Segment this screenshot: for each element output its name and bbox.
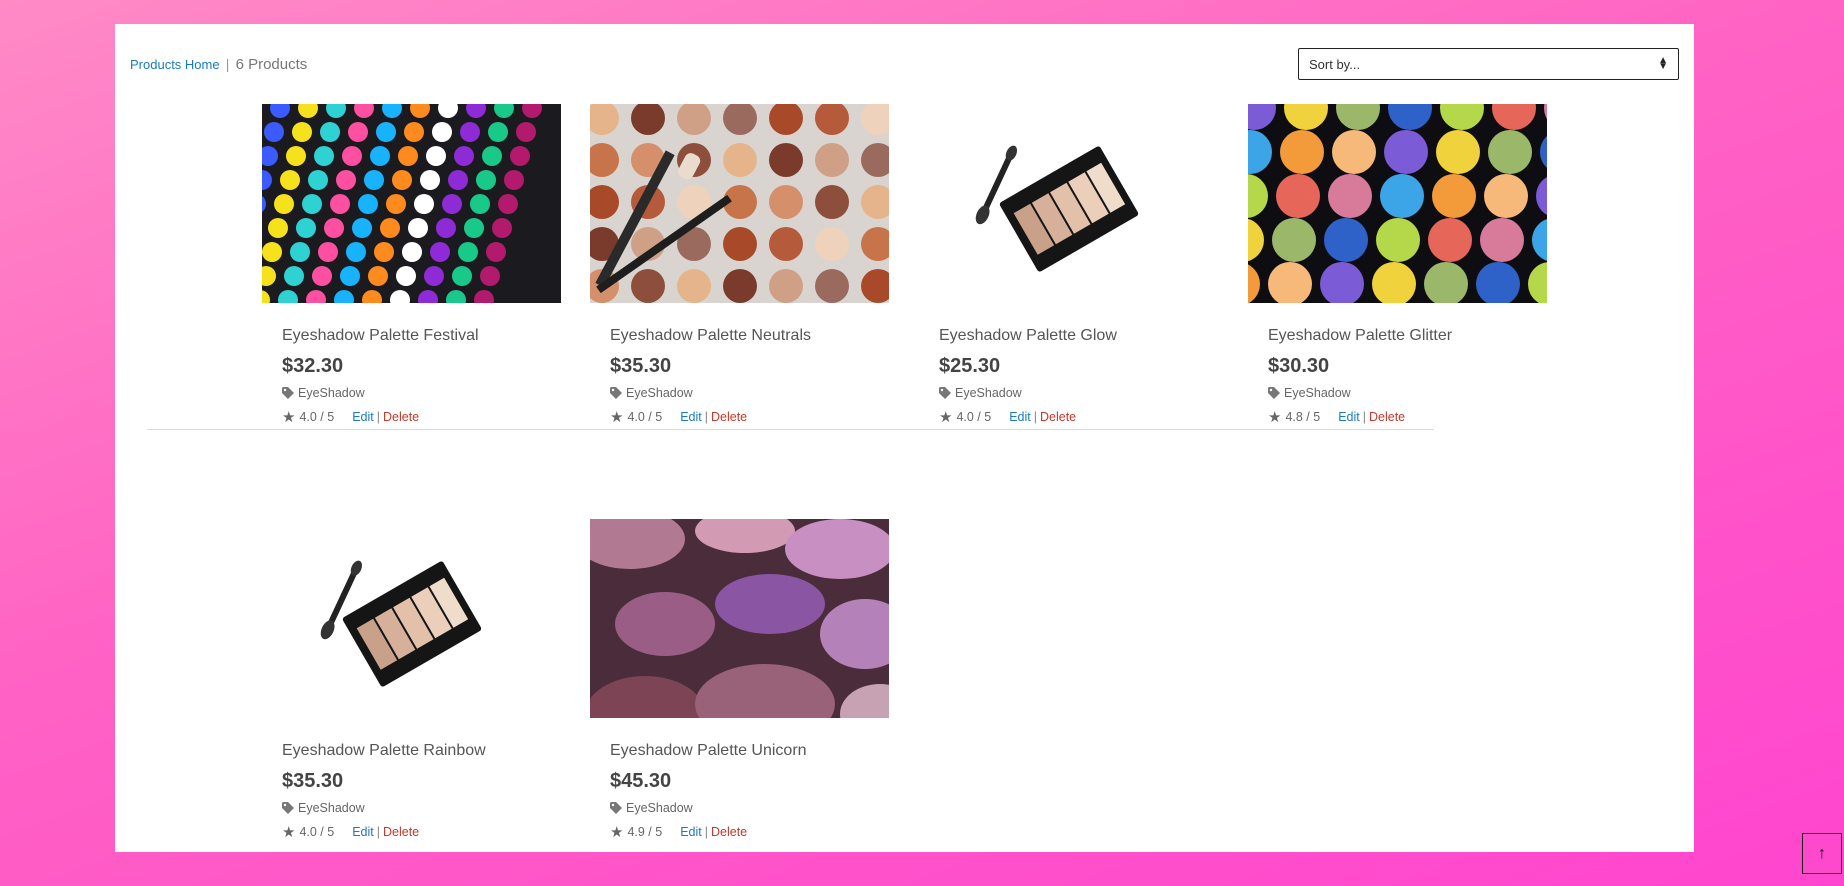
star-icon: ★ xyxy=(282,409,296,426)
glitter-pans-image xyxy=(1248,104,1547,303)
product-category-label[interactable]: EyeShadow xyxy=(298,386,365,400)
action-separator: | xyxy=(376,825,380,839)
product-name[interactable]: Eyeshadow Palette Glow xyxy=(939,327,1218,347)
product-image[interactable] xyxy=(262,519,561,718)
product-name[interactable]: Eyeshadow Palette Neutrals xyxy=(610,327,889,347)
product-category-label[interactable]: EyeShadow xyxy=(626,801,693,815)
product-price: $32.30 xyxy=(282,355,344,377)
product-meta: ★ 4.0 / 5 Edit | Delete xyxy=(939,408,1218,426)
arrow-up-icon: ↑ xyxy=(1818,844,1826,862)
products-home-link[interactable]: Products Home xyxy=(130,57,220,72)
edit-link[interactable]: Edit xyxy=(680,825,702,839)
sort-arrows-icon: ▲ ▼ xyxy=(1658,55,1668,72)
product-rating: 4.0 / 5 xyxy=(956,410,992,424)
product-image[interactable] xyxy=(262,104,561,303)
product-category: EyeShadow xyxy=(610,386,889,400)
product-category: EyeShadow xyxy=(939,386,1218,400)
scroll-to-top-button[interactable]: ↑ xyxy=(1802,833,1842,874)
star-icon: ★ xyxy=(610,824,624,841)
star-icon: ★ xyxy=(282,824,296,841)
product-card: Eyeshadow Palette Festival $32.30 EyeSha… xyxy=(262,104,561,426)
product-rating: 4.0 / 5 xyxy=(299,825,335,839)
delete-link[interactable]: Delete xyxy=(711,825,747,839)
compact-palette-image xyxy=(262,519,561,718)
neutral-brushes-image xyxy=(590,104,889,303)
product-category: EyeShadow xyxy=(610,801,889,815)
product-rating: 4.0 / 5 xyxy=(627,410,663,424)
delete-link[interactable]: Delete xyxy=(711,410,747,424)
product-name[interactable]: Eyeshadow Palette Unicorn xyxy=(610,742,889,762)
edit-link[interactable]: Edit xyxy=(352,410,374,424)
product-meta: ★ 4.0 / 5 Edit | Delete xyxy=(282,823,561,841)
top-bar: Products Home | 6 Products Sort by... ▲ ▼ xyxy=(130,48,1679,80)
product-category: EyeShadow xyxy=(1268,386,1547,400)
edit-link[interactable]: Edit xyxy=(1009,410,1031,424)
breadcrumb-separator: | xyxy=(225,55,230,72)
compact-palette-image xyxy=(919,104,1218,303)
star-icon: ★ xyxy=(939,409,953,426)
delete-link[interactable]: Delete xyxy=(383,825,419,839)
product-image[interactable] xyxy=(919,104,1218,303)
tag-icon xyxy=(939,387,951,399)
product-rating: 4.9 / 5 xyxy=(627,825,663,839)
action-separator: | xyxy=(704,410,708,424)
product-category: EyeShadow xyxy=(282,386,561,400)
delete-link[interactable]: Delete xyxy=(1040,410,1076,424)
product-rating: 4.8 / 5 xyxy=(1285,410,1321,424)
tag-icon xyxy=(282,387,294,399)
product-image[interactable] xyxy=(590,519,889,718)
product-price: $35.30 xyxy=(610,355,672,377)
product-meta: ★ 4.0 / 5 Edit | Delete xyxy=(610,408,889,426)
product-category-label[interactable]: EyeShadow xyxy=(1284,386,1351,400)
product-category-label[interactable]: EyeShadow xyxy=(626,386,693,400)
product-meta: ★ 4.9 / 5 Edit | Delete xyxy=(610,823,889,841)
product-category: EyeShadow xyxy=(282,801,561,815)
product-card: Eyeshadow Palette Neutrals $35.30 EyeSha… xyxy=(590,104,889,426)
sort-select[interactable]: Sort by... ▲ ▼ xyxy=(1298,48,1679,80)
product-name[interactable]: Eyeshadow Palette Glitter xyxy=(1268,327,1547,347)
breadcrumb: Products Home | 6 Products xyxy=(130,56,307,73)
product-image[interactable] xyxy=(1248,104,1547,303)
sort-selected-value: Sort by... xyxy=(1309,56,1361,72)
delete-link[interactable]: Delete xyxy=(1369,410,1405,424)
action-separator: | xyxy=(704,825,708,839)
product-price: $30.30 xyxy=(1268,355,1330,377)
purple-closeup-image xyxy=(590,519,889,718)
rainbow-dots-image xyxy=(262,104,561,303)
edit-link[interactable]: Edit xyxy=(680,410,702,424)
product-image[interactable] xyxy=(590,104,889,303)
product-price: $45.30 xyxy=(610,770,672,792)
action-separator: | xyxy=(1033,410,1037,424)
product-category-label[interactable]: EyeShadow xyxy=(298,801,365,815)
product-category-label[interactable]: EyeShadow xyxy=(955,386,1022,400)
action-separator: | xyxy=(1362,410,1366,424)
tag-icon xyxy=(610,802,622,814)
tag-icon xyxy=(1268,387,1280,399)
product-name[interactable]: Eyeshadow Palette Festival xyxy=(282,327,561,347)
edit-link[interactable]: Edit xyxy=(1338,410,1360,424)
product-name[interactable]: Eyeshadow Palette Rainbow xyxy=(282,742,561,762)
tag-icon xyxy=(282,802,294,814)
product-count: 6 Products xyxy=(235,55,308,73)
action-separator: | xyxy=(376,410,380,424)
product-price: $25.30 xyxy=(939,355,1001,377)
delete-link[interactable]: Delete xyxy=(383,410,419,424)
product-card: Eyeshadow Palette Glow $25.30 EyeShadow … xyxy=(919,104,1218,426)
star-icon: ★ xyxy=(1268,409,1282,426)
product-price: $35.30 xyxy=(282,770,344,792)
product-meta: ★ 4.8 / 5 Edit | Delete xyxy=(1268,408,1547,426)
product-card: Eyeshadow Palette Rainbow $35.30 EyeShad… xyxy=(262,519,561,841)
star-icon: ★ xyxy=(610,409,624,426)
product-rating: 4.0 / 5 xyxy=(299,410,335,424)
tag-icon xyxy=(610,387,622,399)
product-meta: ★ 4.0 / 5 Edit | Delete xyxy=(282,408,561,426)
product-card: Eyeshadow Palette Glitter $30.30 EyeShad… xyxy=(1248,104,1547,426)
edit-link[interactable]: Edit xyxy=(352,825,374,839)
product-card: Eyeshadow Palette Unicorn $45.30 EyeShad… xyxy=(590,519,889,841)
row-divider xyxy=(147,429,1434,430)
